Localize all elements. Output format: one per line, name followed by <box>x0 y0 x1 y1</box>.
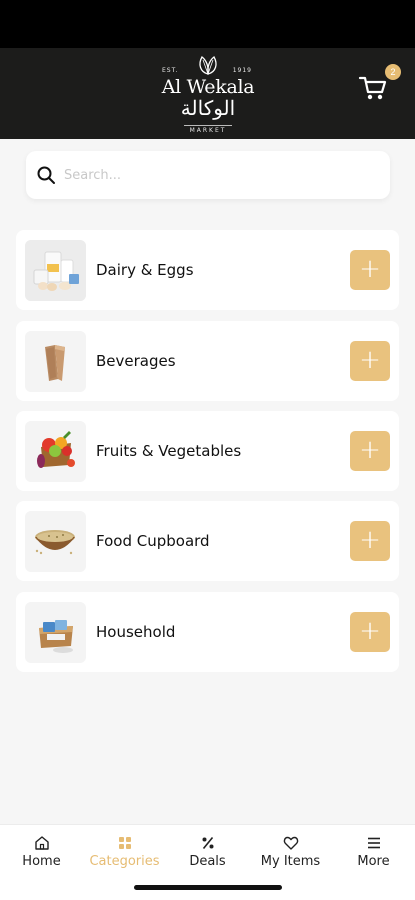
add-button[interactable]: + <box>350 250 390 290</box>
category-card-dairy-eggs[interactable]: Dairy & Eggs + <box>16 230 399 310</box>
logo-name-en: Al Wekala <box>161 76 255 98</box>
grid-icon <box>118 837 131 849</box>
dairy-eggs-icon <box>25 240 86 301</box>
tab-deals[interactable]: Deals <box>166 835 249 869</box>
tab-label: Home <box>22 854 61 869</box>
category-card-beverages[interactable]: Beverages + <box>16 321 399 401</box>
logo-est: EST. <box>162 67 179 74</box>
tab-my-items[interactable]: My Items <box>249 835 332 869</box>
category-label: Fruits & Vegetables <box>96 442 242 460</box>
tab-categories[interactable]: Categories <box>83 835 166 869</box>
leaf-logo-icon <box>199 56 217 75</box>
home-indicator <box>134 885 282 890</box>
fruits-vegetables-icon <box>25 421 86 482</box>
search-input[interactable] <box>64 163 374 187</box>
tab-home[interactable]: Home <box>0 835 83 869</box>
tab-label: Categories <box>89 854 160 869</box>
add-button[interactable]: + <box>350 612 390 652</box>
tab-label: Deals <box>189 854 226 869</box>
food-cupboard-icon <box>25 511 86 572</box>
tab-label: My Items <box>260 854 321 869</box>
search-icon <box>37 166 55 184</box>
tab-more[interactable]: More <box>332 835 415 869</box>
category-card-fruits-vegetables[interactable]: Fruits & Vegetables + <box>16 411 399 491</box>
status-bar <box>0 0 415 48</box>
cart-icon[interactable] <box>358 74 388 102</box>
percent-icon <box>202 836 213 850</box>
category-card-household[interactable]: Household + <box>16 592 399 672</box>
beverages-icon <box>25 331 86 392</box>
category-label: Dairy & Eggs <box>96 261 194 279</box>
add-button[interactable]: + <box>350 341 390 381</box>
tab-label: More <box>357 854 390 869</box>
cart-count-badge: 2 <box>385 64 401 80</box>
category-label: Beverages <box>96 352 176 370</box>
category-label: Food Cupboard <box>96 532 210 550</box>
logo-tagline: MARKET <box>184 125 232 134</box>
category-label: Household <box>96 623 176 641</box>
logo-year: 1919 <box>232 67 252 74</box>
add-button[interactable]: + <box>350 521 390 561</box>
app-header: EST. 1919 Al Wekala الوكالة MARKET 2 <box>0 48 415 139</box>
menu-icon <box>367 837 380 849</box>
add-button[interactable]: + <box>350 431 390 471</box>
brand-logo[interactable]: EST. 1919 Al Wekala الوكالة MARKET <box>150 52 266 136</box>
household-icon <box>25 602 86 663</box>
search-bar[interactable] <box>26 151 390 199</box>
logo-name-ar: الوكالة <box>180 96 236 120</box>
category-card-food-cupboard[interactable]: Food Cupboard + <box>16 501 399 581</box>
heart-icon <box>283 836 298 850</box>
home-icon <box>34 836 49 850</box>
